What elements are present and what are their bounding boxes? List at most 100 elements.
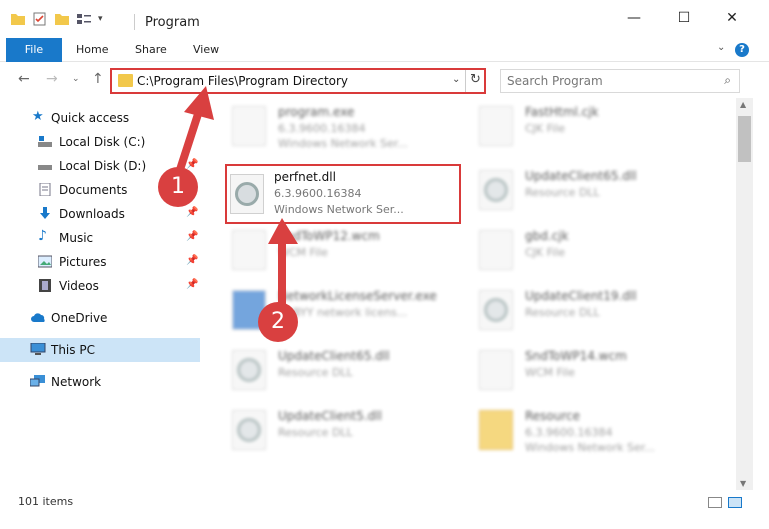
blank-file-icon bbox=[479, 106, 513, 146]
title-separator bbox=[134, 14, 135, 30]
file-item[interactable]: FastHtml.cjk CJK File bbox=[457, 100, 692, 156]
picture-icon bbox=[38, 255, 52, 268]
sidebar-item-onedrive[interactable]: OneDrive bbox=[0, 306, 200, 330]
file-item[interactable]: Resource 6.3.9600.16384 Windows Network … bbox=[457, 402, 692, 460]
file-detail: Resource DLL bbox=[525, 306, 600, 319]
file-name: UpdateClient5.dll bbox=[278, 409, 382, 423]
status-bar: 101 items bbox=[0, 490, 769, 512]
view-options-icon[interactable] bbox=[76, 12, 92, 26]
file-name: FastHtml.cjk bbox=[525, 105, 599, 119]
close-button[interactable]: ✕ bbox=[722, 10, 742, 28]
file-item[interactable]: gbd.cjk CJK File bbox=[457, 222, 692, 280]
music-note-icon: ♪ bbox=[38, 228, 47, 244]
sidebar-item-network[interactable]: Network bbox=[0, 370, 200, 394]
back-arrow-icon[interactable]: ← bbox=[18, 71, 30, 87]
network-icon bbox=[30, 375, 45, 387]
star-icon: ★ bbox=[32, 109, 44, 124]
address-dropdown-icon[interactable]: ⌄ bbox=[452, 74, 460, 85]
document-icon bbox=[39, 183, 51, 196]
exe-file-icon bbox=[232, 106, 266, 146]
maximize-button[interactable]: ☐ bbox=[674, 10, 694, 28]
sidebar-item-label: Local Disk (C:) bbox=[59, 135, 146, 149]
file-item[interactable]: NetworkLicenseServer.exe ABBYY network l… bbox=[210, 282, 445, 340]
sidebar-item-pictures[interactable]: Pictures 📌 bbox=[0, 250, 200, 274]
view-switcher bbox=[708, 497, 742, 508]
file-name: SndToWP14.wcm bbox=[525, 349, 627, 363]
step-badge-1: 1 bbox=[158, 167, 198, 207]
sidebar-item-music[interactable]: ♪ Music 📌 bbox=[0, 226, 200, 250]
file-item[interactable]: SndToWP12.wcm WCM File bbox=[210, 222, 445, 280]
address-folder-icon bbox=[118, 74, 133, 87]
search-input[interactable]: Search Program ⌕ bbox=[500, 69, 740, 93]
sidebar-item-label: Documents bbox=[59, 183, 128, 197]
address-bar[interactable]: C:\Program Files\Program Directory ⌄ ↻ bbox=[110, 68, 486, 94]
sidebar-item-this-pc[interactable]: This PC bbox=[0, 338, 200, 362]
gear-icon bbox=[237, 418, 261, 442]
file-detail: Windows Network Ser... bbox=[525, 441, 655, 454]
expand-ribbon-chevron-icon[interactable]: ⌄ bbox=[717, 42, 725, 53]
file-name: program.exe bbox=[278, 105, 355, 119]
minimize-button[interactable]: — bbox=[624, 10, 644, 28]
tab-view[interactable]: View bbox=[193, 38, 219, 62]
pin-icon: 📌 bbox=[186, 255, 199, 266]
gear-icon bbox=[237, 358, 261, 382]
file-name: UpdateClient65.dll bbox=[278, 349, 390, 363]
sidebar-item-label: Downloads bbox=[59, 207, 125, 221]
vertical-scrollbar[interactable]: ▲ ▼ bbox=[736, 98, 753, 490]
file-name: perfnet.dll bbox=[274, 170, 336, 184]
sidebar-item-videos[interactable]: Videos 📌 bbox=[0, 274, 200, 298]
pin-icon: 📌 bbox=[186, 279, 199, 290]
gear-icon bbox=[235, 182, 259, 206]
file-detail: Resource DLL bbox=[278, 426, 353, 439]
scroll-down-icon[interactable]: ▼ bbox=[740, 479, 746, 488]
refresh-icon[interactable]: ↻ bbox=[470, 72, 481, 87]
tab-share[interactable]: Share bbox=[135, 38, 167, 62]
sidebar-item-label: Music bbox=[59, 231, 94, 245]
customize-qat-chevron-icon[interactable]: ▾ bbox=[98, 14, 103, 24]
cloud-icon bbox=[31, 313, 45, 322]
new-folder-icon[interactable] bbox=[54, 12, 70, 26]
file-item[interactable]: UpdateClient19.dll Resource DLL bbox=[457, 282, 692, 340]
file-detail: 6.3.9600.16384 bbox=[274, 187, 362, 200]
pin-icon: 📌 bbox=[186, 207, 199, 218]
tiles-view-icon[interactable] bbox=[728, 497, 742, 508]
address-path[interactable]: C:\Program Files\Program Directory bbox=[137, 74, 348, 88]
tab-file[interactable]: File bbox=[6, 38, 62, 62]
scrollbar-thumb[interactable] bbox=[738, 116, 751, 162]
file-detail: 6.3.9600.16384 bbox=[278, 122, 366, 135]
up-arrow-icon[interactable]: ↑ bbox=[92, 71, 104, 87]
sidebar-item-label: This PC bbox=[51, 343, 95, 357]
folder-icon[interactable] bbox=[10, 12, 26, 26]
folder-zip-icon bbox=[479, 410, 513, 450]
details-view-icon[interactable] bbox=[708, 497, 722, 508]
file-item[interactable]: program.exe 6.3.9600.16384 Windows Netwo… bbox=[210, 100, 445, 156]
scroll-up-icon[interactable]: ▲ bbox=[740, 100, 746, 109]
file-name: UpdateClient65.dll bbox=[525, 169, 637, 183]
address-separator bbox=[465, 70, 466, 92]
gear-icon bbox=[484, 178, 508, 202]
drive-windows-icon bbox=[38, 136, 52, 147]
title-bar: ▾ Program — ☐ ✕ bbox=[0, 0, 769, 38]
file-name: UpdateClient19.dll bbox=[525, 289, 637, 303]
item-count: 101 items bbox=[18, 495, 74, 508]
file-item[interactable]: UpdateClient65.dll Resource DLL bbox=[457, 162, 692, 220]
file-detail: Resource DLL bbox=[525, 186, 600, 199]
computer-icon bbox=[30, 343, 46, 355]
blank-file-icon bbox=[479, 350, 513, 390]
file-name: gbd.cjk bbox=[525, 229, 569, 243]
file-item[interactable]: UpdateClient65.dll Resource DLL bbox=[210, 342, 445, 400]
download-arrow-icon bbox=[40, 207, 50, 219]
sidebar-item-label: Local Disk (D:) bbox=[59, 159, 147, 173]
forward-arrow-icon[interactable]: → bbox=[46, 71, 58, 87]
file-detail: CJK File bbox=[525, 122, 566, 135]
properties-icon[interactable] bbox=[32, 12, 48, 26]
step-badge-2: 2 bbox=[258, 302, 298, 342]
search-icon[interactable]: ⌕ bbox=[724, 73, 731, 88]
help-button[interactable]: ? bbox=[735, 43, 749, 57]
file-item[interactable]: UpdateClient5.dll Resource DLL bbox=[210, 402, 445, 460]
tab-home[interactable]: Home bbox=[76, 38, 108, 62]
ribbon-tabs: File Home Share View ⌄ ? bbox=[0, 38, 769, 62]
quick-access-toolbar: ▾ bbox=[10, 12, 103, 26]
recent-locations-chevron-icon[interactable]: ⌄ bbox=[72, 74, 80, 84]
file-item[interactable]: SndToWP14.wcm WCM File bbox=[457, 342, 692, 400]
